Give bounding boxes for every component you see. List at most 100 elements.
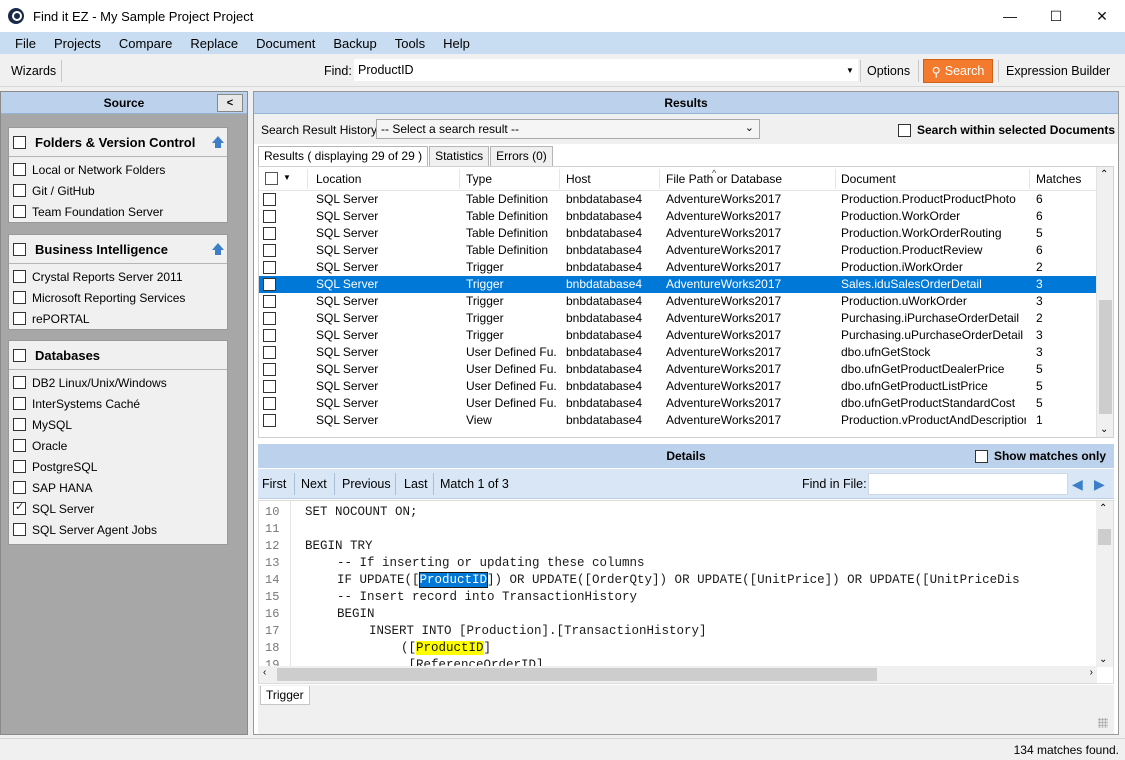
source-checkbox[interactable] (13, 291, 26, 304)
arrow-left-icon[interactable]: ◀ (1072, 476, 1083, 493)
row-checkbox[interactable] (263, 193, 276, 206)
source-item-postgresql[interactable]: PostgreSQL (9, 456, 227, 477)
column-header-matches[interactable]: Matches (1036, 172, 1081, 186)
tab-trigger[interactable]: Trigger (260, 686, 310, 705)
table-row[interactable]: SQL Server Trigger bnbdatabase4 AdventureWo… (259, 327, 1097, 344)
table-row[interactable]: SQL Server Table Definition bnbdatabase4 Ad… (259, 191, 1097, 208)
find-input[interactable] (354, 59, 843, 81)
scroll-thumb[interactable] (277, 668, 877, 681)
row-checkbox[interactable] (263, 227, 276, 240)
last-match-button[interactable]: Last (404, 477, 428, 491)
row-checkbox[interactable] (263, 346, 276, 359)
group-checkbox[interactable] (13, 242, 26, 256)
scroll-up-icon[interactable]: ⌃ (1099, 503, 1107, 514)
source-item-db2[interactable]: DB2 Linux/Unix/Windows (9, 372, 227, 393)
menu-file[interactable]: File (6, 36, 45, 51)
history-select[interactable]: -- Select a search result -- ⌄ (376, 119, 760, 139)
source-checkbox[interactable] (13, 439, 26, 452)
scroll-up-icon[interactable]: ⌃ (1100, 169, 1108, 180)
source-item-reportal[interactable]: rePORTAL (9, 308, 227, 329)
row-checkbox[interactable] (263, 414, 276, 427)
menu-compare[interactable]: Compare (110, 36, 181, 51)
tab-statistics[interactable]: Statistics (429, 146, 490, 166)
resize-grip-icon[interactable] (1098, 718, 1108, 728)
search-within-docs-toggle[interactable]: Search within selected Documents (898, 123, 1115, 137)
scroll-thumb[interactable] (1099, 300, 1112, 414)
source-checkbox[interactable] (13, 523, 26, 536)
source-item-oracle[interactable]: Oracle (9, 435, 227, 456)
scroll-thumb[interactable] (1098, 529, 1111, 545)
source-item-local-folders[interactable]: Local or Network Folders (9, 159, 227, 180)
find-in-file-input[interactable] (868, 473, 1068, 495)
source-checkbox[interactable] (13, 184, 26, 197)
expression-builder-button[interactable]: Expression Builder (1001, 59, 1115, 83)
column-header-type[interactable]: ^ Type (466, 168, 716, 186)
minimize-button[interactable]: — (987, 0, 1033, 32)
source-item-mysql[interactable]: MySQL (9, 414, 227, 435)
source-item-sql-agent-jobs[interactable]: SQL Server Agent Jobs (9, 519, 227, 540)
source-checkbox[interactable] (13, 481, 26, 494)
table-row[interactable]: SQL Server Trigger bnbdatabase4 AdventureWo… (259, 310, 1097, 327)
code-viewer[interactable]: 10 11 12 13 14 15 16 17 18 19 SET NOCOUNT ON; BEGI… (258, 500, 1114, 684)
source-item-crystal[interactable]: Crystal Reports Server 2011 (9, 266, 227, 287)
source-checkbox[interactable] (13, 397, 26, 410)
table-row[interactable]: SQL Server Trigger bnbdatabase4 AdventureWo… (259, 276, 1097, 293)
options-button[interactable]: Options (862, 59, 915, 83)
group-checkbox[interactable] (13, 348, 26, 362)
column-header-location[interactable]: Location (316, 172, 361, 186)
maximize-button[interactable]: ☐ (1033, 0, 1079, 32)
code-scrollbar-vertical[interactable]: ⌃ ⌄ (1096, 501, 1113, 667)
collapse-up-icon[interactable] (212, 136, 224, 148)
table-row[interactable]: SQL Server View bnbdatabase4 AdventureWorks… (259, 412, 1097, 429)
row-checkbox[interactable] (263, 278, 276, 291)
column-header-host[interactable]: Host (566, 172, 591, 186)
scroll-down-icon[interactable]: ⌄ (1099, 654, 1107, 665)
arrow-right-icon[interactable]: ▶ (1094, 476, 1105, 493)
table-row[interactable]: SQL Server User Defined Fu... bnbdatabase4… (259, 361, 1097, 378)
menu-help[interactable]: Help (434, 36, 479, 51)
column-header-file-path[interactable]: File Path or Database (666, 172, 782, 186)
menu-projects[interactable]: Projects (45, 36, 110, 51)
table-row[interactable]: SQL Server Trigger bnbdatabase4 AdventureWo… (259, 293, 1097, 310)
table-row[interactable]: SQL Server User Defined Fu... bnbdatabase4… (259, 395, 1097, 412)
tab-results[interactable]: Results ( displaying 29 of 29 ) (258, 146, 429, 167)
row-checkbox[interactable] (263, 295, 276, 308)
row-checkbox[interactable] (263, 261, 276, 274)
collapse-source-button[interactable]: < (217, 94, 243, 112)
menu-replace[interactable]: Replace (181, 36, 247, 51)
select-dropdown-icon[interactable]: ▼ (283, 173, 291, 182)
row-checkbox[interactable] (263, 329, 276, 342)
find-history-dropdown[interactable]: ▼ (842, 59, 858, 81)
source-item-sql-server[interactable]: SQL Server (9, 498, 227, 519)
table-row[interactable]: SQL Server Table Definition bnbdatabase4 Ad… (259, 242, 1097, 259)
source-checkbox[interactable] (13, 376, 26, 389)
source-checkbox-checked[interactable] (13, 500, 26, 515)
table-row[interactable]: SQL Server User Defined Fu... bnbdatabase4… (259, 344, 1097, 361)
code-scrollbar-horizontal[interactable]: ‹ › (259, 666, 1097, 683)
row-checkbox[interactable] (263, 244, 276, 257)
source-item-git[interactable]: Git / GitHub (9, 180, 227, 201)
source-checkbox[interactable] (13, 312, 26, 325)
search-button[interactable]: ⚲ Search (923, 59, 993, 83)
source-checkbox[interactable] (13, 205, 26, 218)
scroll-left-icon[interactable]: ‹ (263, 667, 266, 678)
group-checkbox[interactable] (13, 135, 26, 149)
row-checkbox[interactable] (263, 363, 276, 376)
source-checkbox[interactable] (13, 418, 26, 431)
menu-document[interactable]: Document (247, 36, 324, 51)
wizards-button[interactable]: Wizards (6, 59, 61, 83)
select-all-checkbox[interactable] (265, 172, 278, 185)
source-item-ssrs[interactable]: Microsoft Reporting Services (9, 287, 227, 308)
row-checkbox[interactable] (263, 210, 276, 223)
first-match-button[interactable]: First (262, 477, 286, 491)
table-row[interactable]: SQL Server Trigger bnbdatabase4 AdventureWo… (259, 259, 1097, 276)
previous-match-button[interactable]: Previous (342, 477, 391, 491)
show-matches-toggle[interactable]: Show matches only (974, 449, 1106, 463)
tab-errors[interactable]: Errors (0) (490, 146, 553, 166)
source-item-intersystems[interactable]: InterSystems Caché (9, 393, 227, 414)
next-match-button[interactable]: Next (301, 477, 327, 491)
row-checkbox[interactable] (263, 397, 276, 410)
show-matches-checkbox[interactable] (974, 449, 988, 463)
source-item-tfs[interactable]: Team Foundation Server (9, 201, 227, 222)
table-row[interactable]: SQL Server User Defined Fu... bnbdatabase4… (259, 378, 1097, 395)
